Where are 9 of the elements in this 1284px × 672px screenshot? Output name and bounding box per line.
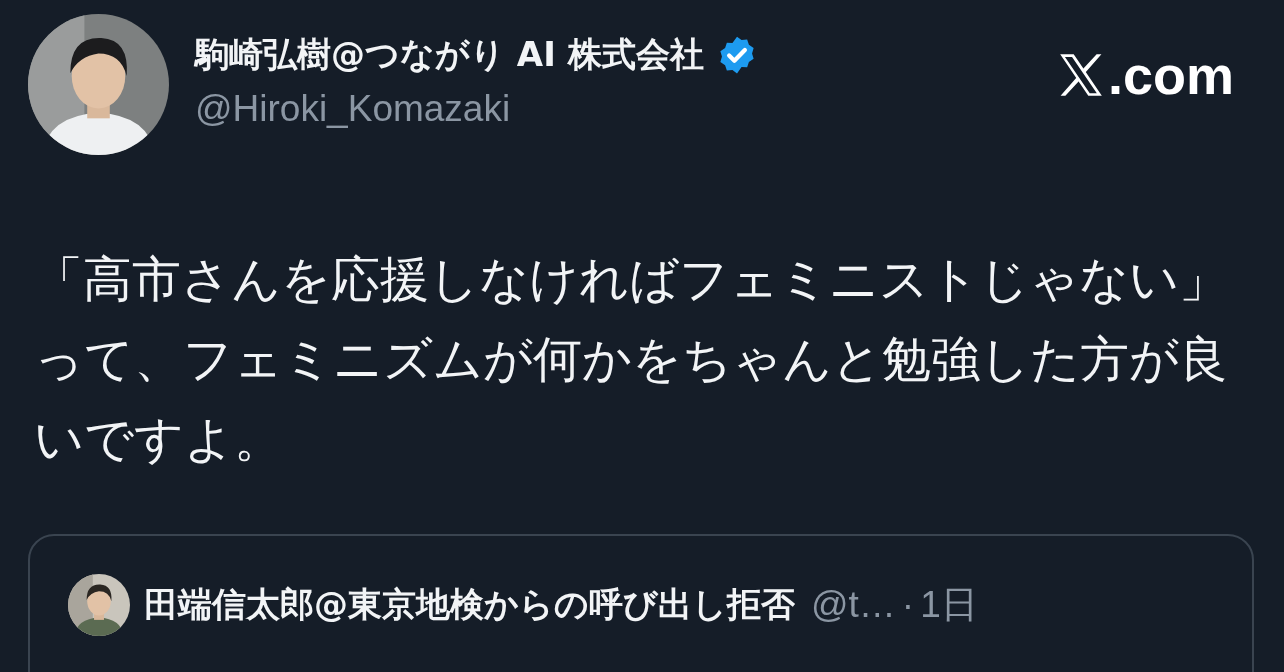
post-time: 1日 [920,583,978,627]
post-text: 「高市さんを応援しなければフェミニストじゃない」って、フェミニズムが何かをちゃんと勉強した方が良いですよ。 [34,250,1229,470]
separator-dot: · [901,584,915,626]
author-name: 駒崎弘樹@つながり AI 株式会社 [195,33,704,76]
quoted-author-name: 田端信太郎@東京地検からの呼び出し拒否 [144,583,795,626]
quoted-author-handle: @t… [811,584,896,626]
quoted-post-card[interactable]: 田端信太郎@東京地検からの呼び出し拒否 @t… · 1日 [28,534,1254,672]
author-handle: @Hiroki_Komazaki [195,88,512,130]
site-domain: .com [1107,44,1234,106]
